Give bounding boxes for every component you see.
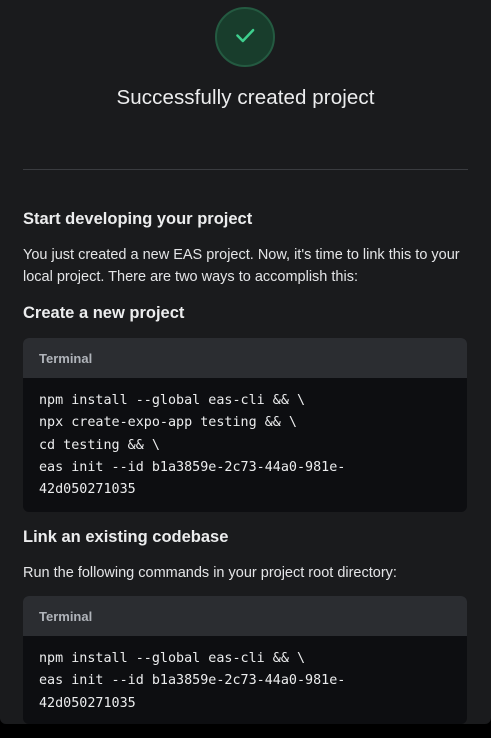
link-existing-terminal: Terminal npm install --global eas-cli &&… xyxy=(23,596,467,724)
description-line: local project. There are two ways to acc… xyxy=(23,269,358,285)
terminal-code[interactable]: npm install --global eas-cli && \ eas in… xyxy=(23,636,467,715)
success-title: Successfully created project xyxy=(116,86,375,109)
create-new-project-heading: Create a new project xyxy=(23,304,185,322)
code-line: 42d050271035 xyxy=(39,695,136,711)
start-developing-description: You just created a new EAS project. Now,… xyxy=(23,244,473,288)
code-line: eas init --id b1a3859e-2c73-44a0-981e- xyxy=(39,673,346,689)
code-line: 42d050271035 xyxy=(39,482,136,498)
terminal-code[interactable]: npm install --global eas-cli && \ npx cr… xyxy=(23,378,467,501)
terminal-label: Terminal xyxy=(23,596,467,636)
code-line: npm install --global eas-cli && \ xyxy=(39,393,306,408)
description-line: You just created a new EAS project. Now,… xyxy=(23,247,460,263)
link-existing-heading: Link an existing codebase xyxy=(23,528,229,546)
code-line: npx create-expo-app testing && \ xyxy=(39,415,297,431)
success-badge xyxy=(215,7,275,67)
create-new-terminal: Terminal npm install --global eas-cli &&… xyxy=(23,338,467,512)
divider xyxy=(23,169,468,170)
link-existing-description: Run the following commands in your proje… xyxy=(23,565,397,581)
code-line: eas init --id b1a3859e-2c73-44a0-981e- xyxy=(39,459,346,475)
start-developing-heading: Start developing your project xyxy=(23,210,253,228)
code-line: cd testing && \ xyxy=(39,437,160,453)
code-line: npm install --global eas-cli && \ xyxy=(39,651,306,666)
project-created-panel: Successfully created project Start devel… xyxy=(0,0,491,724)
terminal-label: Terminal xyxy=(23,338,467,378)
check-icon xyxy=(232,22,258,53)
